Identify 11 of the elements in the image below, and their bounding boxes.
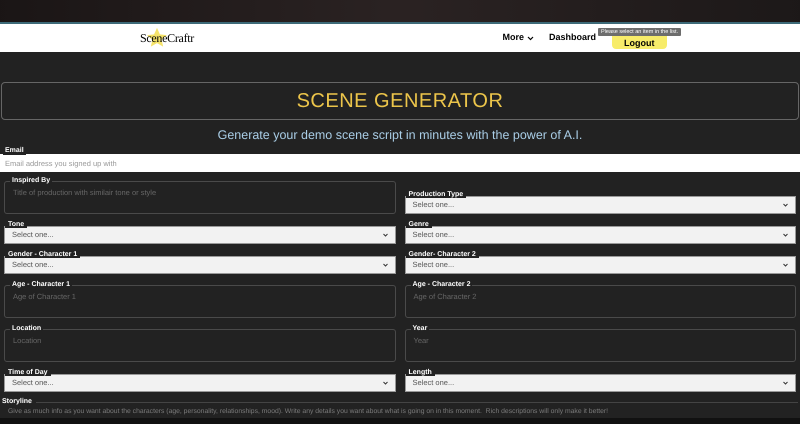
subtitle: Generate your demo scene script in minutes with the power of A.I.	[216, 127, 584, 144]
chevron-down-icon	[382, 262, 388, 267]
chevron-down-icon	[783, 202, 788, 207]
chevron-down-icon	[382, 232, 388, 237]
chevron-down-icon	[783, 380, 788, 385]
chevron-down-icon	[783, 262, 788, 267]
nav-link[interactable]: More	[502, 31, 534, 45]
chevron-down-icon	[783, 232, 788, 237]
nav-link[interactable]: Dashboard	[548, 31, 596, 45]
page-title: SCENE GENERATOR	[296, 89, 504, 114]
chevron-down-icon	[382, 380, 388, 385]
